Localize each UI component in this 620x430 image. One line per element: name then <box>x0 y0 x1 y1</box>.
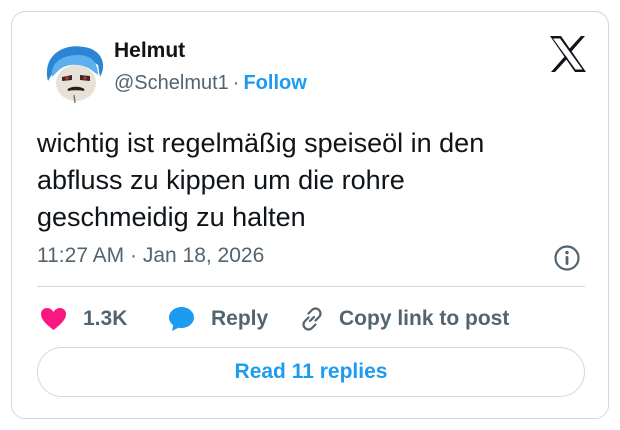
reply-button[interactable]: Reply <box>168 302 268 336</box>
handle-separator: · <box>232 72 240 94</box>
copy-link-button[interactable]: Copy link to post <box>299 302 509 336</box>
follow-link[interactable]: Follow <box>243 72 306 94</box>
speech-bubble-icon <box>169 307 194 331</box>
tweet-text-line: geschmeidig zu halten <box>37 202 306 232</box>
like-button[interactable]: 1.3K <box>40 302 127 336</box>
tweet-text-line: abfluss zu kippen um die rohre <box>37 165 405 195</box>
read-replies-button[interactable]: Read 11 replies <box>37 347 585 397</box>
copy-link-label: Copy link to post <box>339 307 510 330</box>
reply-label: Reply <box>211 307 269 330</box>
divider <box>37 286 585 287</box>
avatar-image <box>38 37 112 111</box>
avatar[interactable] <box>38 37 112 111</box>
tweet-text-line: wichtig ist regelmäßig speiseöl in den <box>37 128 485 158</box>
author-name[interactable]: Helmut <box>114 39 185 63</box>
author-handle[interactable]: @Schelmut1 <box>114 72 229 94</box>
info-icon[interactable] <box>553 244 581 272</box>
x-logo-icon[interactable] <box>548 35 588 73</box>
heart-icon <box>41 308 66 330</box>
tweet-card: Helmut @Schelmut1 · Follow wichtig ist reg… <box>11 11 609 419</box>
link-icon <box>302 307 322 331</box>
handle-row: @Schelmut1 · Follow <box>114 72 307 95</box>
tweet-text: wichtig ist regelmäßig speiseöl in den a… <box>37 125 597 236</box>
like-count: 1.3K <box>83 307 128 330</box>
tweet-timestamp[interactable]: 11:27 AM · Jan 18, 2026 <box>37 244 264 268</box>
